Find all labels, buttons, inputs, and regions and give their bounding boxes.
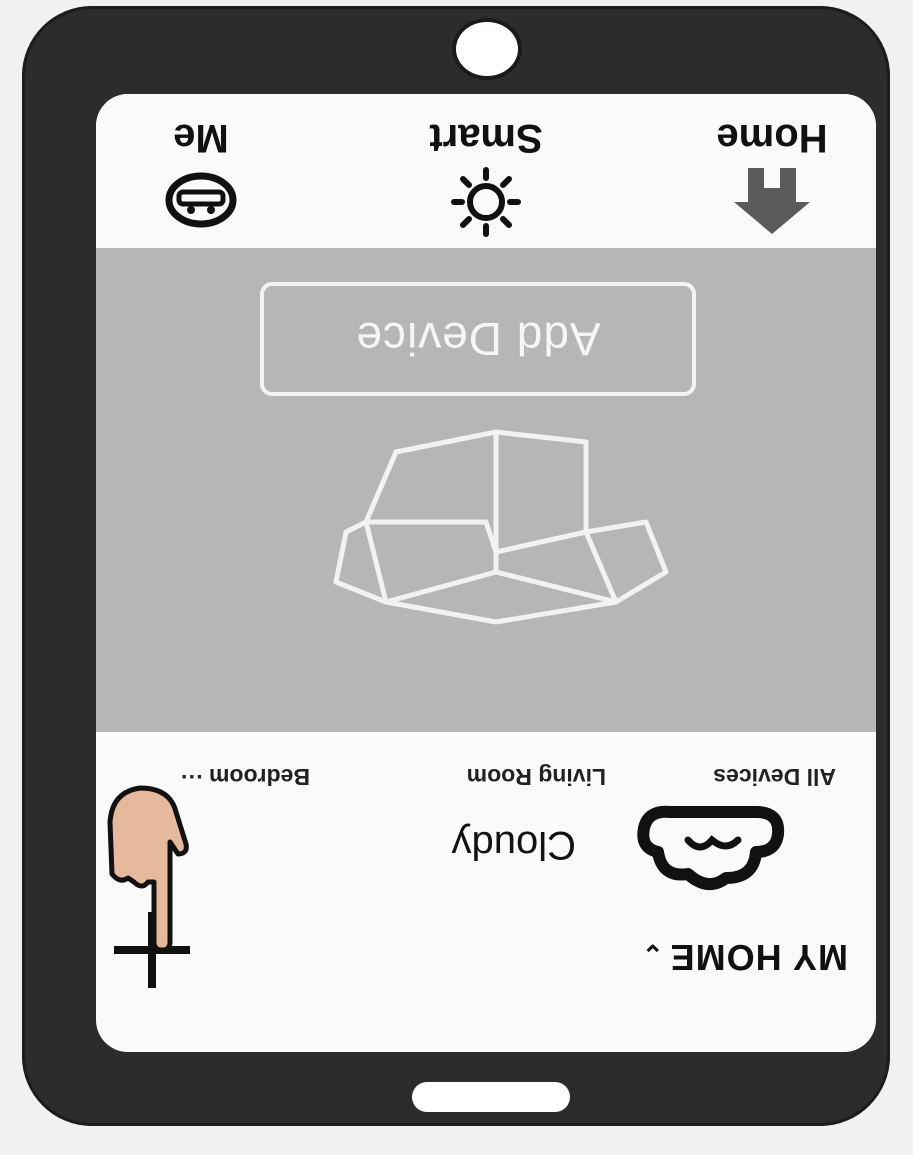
nav-me[interactable]: Me — [111, 98, 291, 238]
tab-living-room[interactable]: Living Room — [467, 763, 606, 790]
tab-all-devices[interactable]: All Devices — [713, 763, 836, 790]
home-selector-label: MY HOME — [669, 937, 848, 978]
bottom-nav: Home Smart Me — [96, 94, 876, 248]
pointing-hand-icon — [107, 785, 189, 952]
phone-frame: MY HOME⌄ Cloudy All Devices Living Room … — [22, 6, 890, 1126]
nav-home[interactable]: Home — [682, 98, 862, 238]
chevron-down-icon: ⌄ — [640, 939, 664, 969]
phone-home-button[interactable] — [412, 1082, 570, 1112]
open-box-icon — [333, 429, 669, 625]
tab-bedroom[interactable]: Bedroom ··· — [180, 763, 310, 790]
nav-smart-label: Smart — [429, 116, 543, 160]
empty-device-panel: Add Device — [96, 248, 876, 732]
cloud-icon — [637, 805, 785, 890]
app-screen: MY HOME⌄ Cloudy All Devices Living Room … — [96, 94, 876, 1052]
home-selector[interactable]: MY HOME⌄ — [641, 936, 848, 978]
app-header: MY HOME⌄ Cloudy — [96, 785, 876, 1052]
nav-home-label: Home — [716, 116, 828, 160]
sun-icon — [451, 167, 521, 237]
nav-me-label: Me — [173, 116, 229, 160]
profile-icon — [165, 172, 237, 228]
add-device-button[interactable]: Add Device — [260, 282, 696, 396]
front-camera — [452, 18, 522, 80]
room-tabs: All Devices Living Room Bedroom ··· — [96, 750, 876, 790]
nav-smart[interactable]: Smart — [396, 98, 576, 238]
weather-label: Cloudy — [451, 823, 576, 867]
home-icon — [734, 168, 810, 234]
